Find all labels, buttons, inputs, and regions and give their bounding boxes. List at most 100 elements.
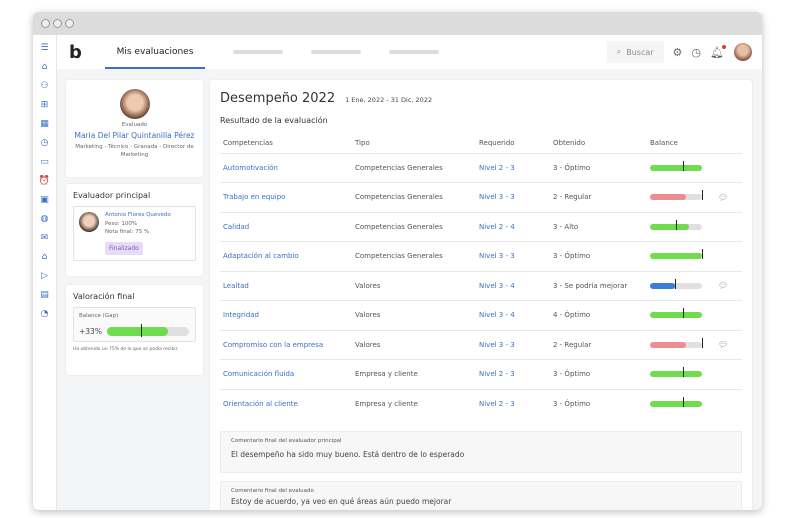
competencia-link[interactable]: Orientación al cliente [220, 388, 352, 419]
balance-marker [682, 367, 684, 378]
results-card: Desempeño 2022 1 Ene, 2022 - 31 Dic, 2022… [210, 80, 752, 510]
tab-placeholder[interactable] [389, 50, 439, 54]
table-row: Adaptación al cambio Competencias Genera… [220, 241, 742, 271]
competencia-link[interactable]: Comunicación fluida [220, 359, 352, 389]
globe-icon[interactable]: ◍ [41, 212, 49, 226]
close-window-button[interactable] [41, 19, 50, 28]
balance-cell: 💬︎ [647, 270, 742, 301]
competencia-link[interactable]: Adaptación al cambio [220, 241, 352, 271]
balance-label: Balance (Gap) [79, 313, 119, 319]
status-badge: Finalizado [105, 242, 143, 255]
comment-icon[interactable]: 💬︎ [718, 281, 728, 290]
date-range: 1 Ene, 2022 - 31 Dic, 2022 [345, 96, 433, 104]
requerido-link[interactable]: Nivel 3 - 4 [476, 270, 550, 301]
stopwatch-icon[interactable]: ◷ [691, 46, 701, 59]
evaluado-label: Evaluado [121, 122, 148, 128]
tipo-cell: Competencias Generales [352, 241, 476, 271]
table-row: Calidad Competencias Generales Nivel 2 -… [220, 211, 742, 242]
user-avatar[interactable] [734, 43, 752, 61]
tab-placeholder[interactable] [311, 50, 361, 54]
obtenido-cell: 2 - Regular [550, 182, 647, 212]
balance-value: +33% [79, 327, 102, 336]
balance-bar [650, 337, 703, 348]
evaluado-name[interactable]: Maria Del Pilar Quintanilla Pérez [66, 131, 203, 140]
competencia-link[interactable]: Calidad [220, 211, 352, 242]
graduation-icon[interactable]: ⌂ [42, 250, 48, 264]
tab-mis-evaluaciones[interactable]: Mis evaluaciones [105, 35, 205, 69]
hierarchy-icon[interactable]: ⊞ [41, 98, 49, 112]
requerido-link[interactable]: Nivel 3 - 3 [476, 329, 550, 360]
col-competencias: Competencias [223, 138, 273, 147]
obtenido-cell: 3 - Óptimo [550, 359, 647, 389]
comment-title: Comentario final del evaluador principal [231, 437, 342, 444]
balance-cell: 💬︎ [647, 329, 742, 360]
user-card-icon[interactable]: ▣ [40, 193, 49, 207]
balance-bar [650, 219, 702, 230]
tipo-cell: Valores [352, 270, 476, 301]
chart-icon[interactable]: ▤ [40, 288, 49, 302]
search-input[interactable]: ⌕ Buscar [606, 41, 664, 63]
competencia-link[interactable]: Compromiso con la empresa [220, 329, 352, 360]
tipo-cell: Valores [352, 329, 476, 360]
valoracion-card: Valoración final Balance (Gap) +33% Ha o… [66, 285, 203, 375]
minimize-window-button[interactable] [53, 19, 62, 28]
col-balance: Balance [650, 138, 678, 147]
section-title: Resultado de la evaluación [220, 116, 328, 125]
timer-icon[interactable]: ◷ [41, 136, 49, 150]
tipo-cell: Competencias Generales [352, 152, 476, 183]
alarm-icon[interactable]: ⏰ [39, 174, 50, 188]
balance-fill [650, 253, 702, 260]
maximize-window-button[interactable] [65, 19, 74, 28]
requerido-link[interactable]: Nivel 2 - 3 [476, 152, 550, 183]
play-icon[interactable]: ▷ [41, 269, 48, 283]
balance-bar [650, 367, 702, 378]
comment-icon[interactable]: 💬︎ [718, 193, 728, 202]
obtenido-cell: 2 - Regular [550, 329, 647, 360]
requerido-link[interactable]: Nivel 3 - 3 [476, 182, 550, 212]
balance-fill [106, 327, 169, 336]
comment-icon[interactable]: 💬︎ [718, 340, 728, 349]
requerido-link[interactable]: Nivel 2 - 4 [476, 211, 550, 242]
bell-icon[interactable]: 🔔︎ [710, 44, 726, 59]
tab-placeholder[interactable] [233, 50, 283, 54]
competencia-link[interactable]: Integridad [220, 300, 352, 330]
tipo-cell: Empresa y cliente [352, 359, 476, 389]
requerido-link[interactable]: Nivel 3 - 4 [476, 300, 550, 330]
balance-bar [650, 308, 702, 319]
table-row: Trabajo en equipo Competencias Generales… [220, 182, 742, 212]
tipo-cell: Competencias Generales [352, 211, 476, 242]
logo: b [69, 41, 82, 63]
calendar-icon[interactable]: ▦ [40, 117, 49, 131]
requerido-link[interactable]: Nivel 2 - 3 [476, 359, 550, 389]
pie-chart-icon[interactable]: ◔ [41, 307, 49, 321]
balance-cell [647, 359, 742, 389]
competencia-link[interactable]: Lealtad [220, 270, 352, 301]
competencia-link[interactable]: Automotivación [220, 152, 352, 183]
balance-cell [647, 241, 742, 271]
comment-text: El desempeño ha sido muy bueno. Está den… [231, 449, 465, 459]
chat-icon[interactable]: ✉ [41, 231, 49, 245]
table-row: Orientación al cliente Empresa y cliente… [220, 388, 742, 419]
app-window: ☰ ⌂ ⚇ ⊞ ▦ ◷ ▭ ⏰ ▣ ◍ ✉ ⌂ ▷ ▤ ◔ b Mis eval… [33, 12, 762, 510]
org-chart-icon[interactable]: ⚇ [40, 79, 48, 93]
balance-fill [650, 401, 702, 407]
menu-icon[interactable]: ☰ [40, 41, 48, 55]
balance-marker [682, 397, 684, 407]
title-bar [33, 12, 762, 35]
col-requerido: Requerido [479, 138, 515, 147]
id-card-icon[interactable]: ▭ [40, 155, 49, 169]
evaluador-name[interactable]: Antonio Flores Quevedo [105, 212, 171, 218]
balance-marker [676, 219, 677, 230]
requerido-link[interactable]: Nivel 2 - 3 [476, 388, 550, 419]
gear-icon[interactable]: ⚙ [673, 46, 683, 59]
competencia-link[interactable]: Trabajo en equipo [220, 182, 352, 212]
obtenido-cell: 4 - Óptimo [550, 300, 647, 330]
table-row: Compromiso con la empresa Valores Nivel … [220, 329, 742, 360]
home-icon[interactable]: ⌂ [42, 60, 48, 74]
table-row: Automotivación Competencias Generales Ni… [220, 152, 742, 183]
results-table: Competencias Tipo Requerido Obtenido Bal… [220, 133, 742, 419]
balance-marker [674, 278, 676, 289]
requerido-link[interactable]: Nivel 3 - 3 [476, 241, 550, 271]
balance-cell [647, 211, 742, 242]
comment-text: Estoy de acuerdo, ya veo en qué áreas aú… [231, 496, 452, 506]
